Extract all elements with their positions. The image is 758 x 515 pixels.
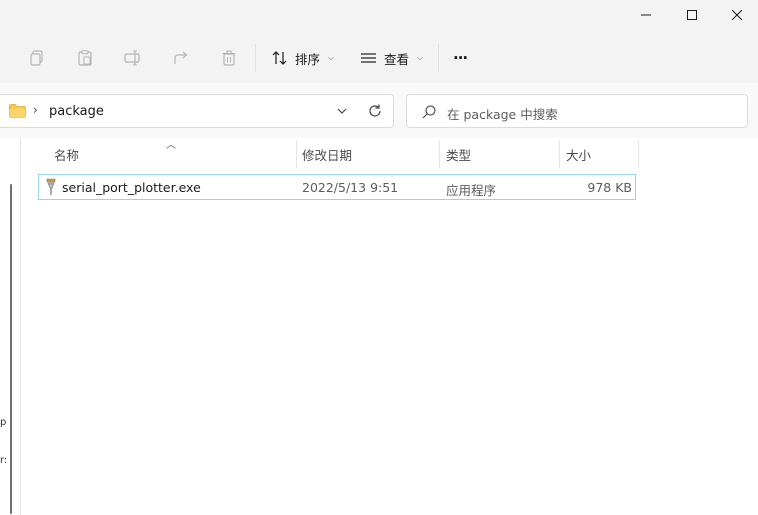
file-size: 978 KB xyxy=(587,180,632,195)
navigation-pane: p r: xyxy=(0,138,21,515)
delete-button[interactable] xyxy=(216,46,242,70)
more-options-icon: ··· xyxy=(453,49,468,67)
breadcrumb-item[interactable]: package xyxy=(49,104,104,119)
search-placeholder: 在 package 中搜索 xyxy=(447,107,558,122)
chevron-down-icon: ⌵ xyxy=(328,53,335,62)
column-divider[interactable] xyxy=(638,140,639,168)
view-icon xyxy=(361,53,376,63)
nav-item-fragment: r: xyxy=(0,455,8,466)
column-divider[interactable] xyxy=(559,140,560,168)
column-header-type[interactable]: 类型 xyxy=(446,138,558,170)
nav-item-fragment: p xyxy=(0,417,7,428)
refresh-button[interactable] xyxy=(367,103,383,119)
column-header-label: 名称 xyxy=(54,147,80,163)
more-options-button[interactable]: ··· xyxy=(453,45,468,71)
column-header-name[interactable]: 名称 xyxy=(54,138,294,170)
column-header-label: 类型 xyxy=(446,147,472,163)
sort-button[interactable]: 排序 ⌵ xyxy=(271,45,334,71)
toolbar-divider xyxy=(438,44,439,72)
file-name: serial_port_plotter.exe xyxy=(62,180,201,195)
minimize-button[interactable] xyxy=(623,0,669,30)
title-bar xyxy=(0,0,758,30)
view-label: 查看 xyxy=(384,51,410,67)
maximize-icon xyxy=(687,10,697,20)
rename-icon xyxy=(124,50,140,66)
share-icon xyxy=(174,51,188,64)
chevron-down-icon: ⌵ xyxy=(417,53,424,62)
sort-label: 排序 xyxy=(295,51,321,67)
rename-button[interactable] xyxy=(120,46,146,70)
delete-icon xyxy=(222,50,236,66)
file-list-area: p r: ︿ 名称 修改日期 类型 大小 serial_port_plotter… xyxy=(0,138,758,515)
chevron-right-icon: › xyxy=(33,103,38,117)
paste-button[interactable] xyxy=(72,46,98,70)
view-button[interactable]: 查看 ⌵ xyxy=(360,45,423,71)
command-bar: 排序 ⌵ 查看 ⌵ ··· xyxy=(0,36,758,80)
toolbar-divider xyxy=(255,44,256,72)
file-date-modified: 2022/5/13 9:51 xyxy=(302,180,399,195)
column-header-date-modified[interactable]: 修改日期 xyxy=(302,138,438,170)
paste-icon xyxy=(78,50,92,66)
share-button[interactable] xyxy=(168,46,194,70)
file-row[interactable]: serial_port_plotter.exe 2022/5/13 9:51 应… xyxy=(38,174,636,200)
search-icon xyxy=(422,105,436,119)
refresh-icon xyxy=(369,104,381,117)
column-header-size[interactable]: 大小 xyxy=(566,138,636,170)
column-header-label: 大小 xyxy=(566,147,592,163)
column-divider[interactable] xyxy=(296,140,297,168)
sort-icon xyxy=(272,51,287,65)
folder-icon xyxy=(9,104,26,118)
address-history-dropdown[interactable] xyxy=(334,103,350,119)
navigation-scrollbar[interactable] xyxy=(10,184,12,514)
copy-icon xyxy=(30,50,43,66)
address-bar[interactable]: › package xyxy=(0,94,394,128)
file-type: 应用程序 xyxy=(446,183,497,198)
chevron-down-icon xyxy=(337,108,347,114)
exe-app-icon xyxy=(46,178,56,195)
column-divider[interactable] xyxy=(439,140,440,168)
copy-button[interactable] xyxy=(24,46,50,70)
minimize-icon xyxy=(641,14,651,16)
search-input[interactable]: 在 package 中搜索 xyxy=(406,94,748,128)
close-button[interactable] xyxy=(714,0,758,30)
maximize-button[interactable] xyxy=(669,0,715,30)
close-icon xyxy=(732,10,742,20)
column-header-label: 修改日期 xyxy=(302,147,353,163)
